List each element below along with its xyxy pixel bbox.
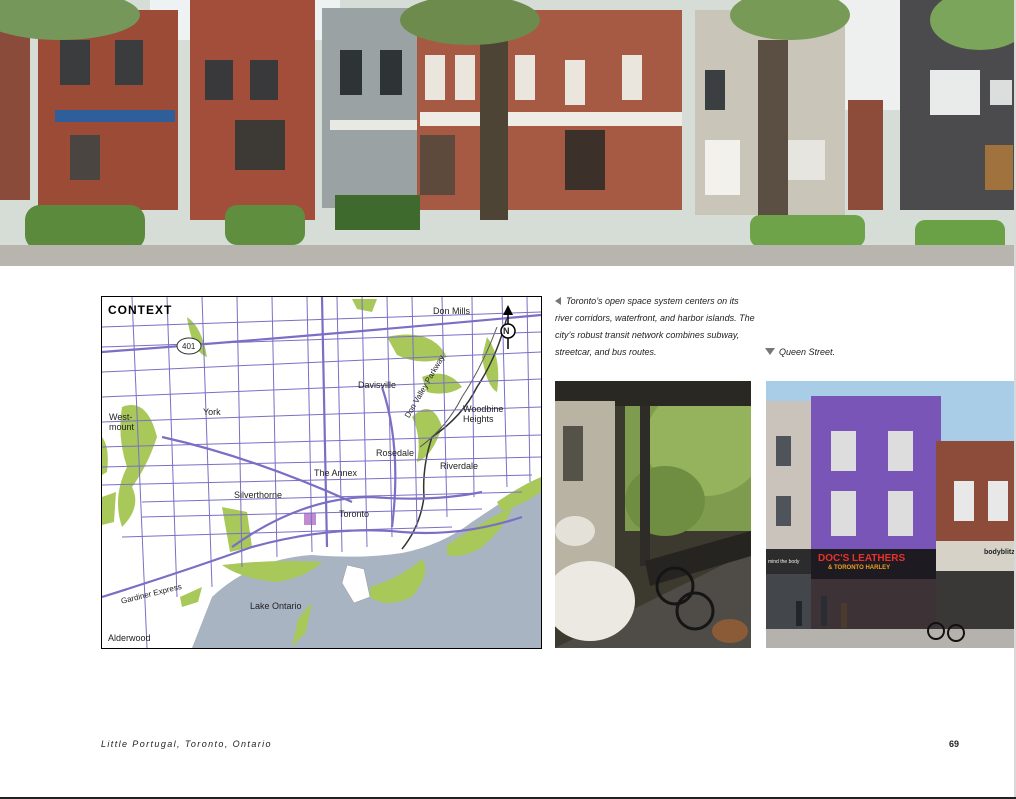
map-label-alderwood: Alderwood (108, 633, 151, 643)
queen-street-caption: Queen Street. (765, 344, 835, 361)
map-label-silverthorne: Silverthorne (234, 490, 283, 500)
map-label-don-mills: Don Mills (433, 306, 471, 316)
map-label-rosedale: Rosedale (376, 448, 415, 458)
map-caption: Toronto’s open space system centers on i… (555, 293, 755, 361)
map-label-woodbine-heights: Woodbine Heights (463, 404, 504, 424)
page-number: 69 (949, 739, 960, 749)
map-label-york: York (203, 407, 221, 417)
map-label-401: 401 (182, 342, 196, 351)
queen-street-photo-illustration (766, 381, 1016, 648)
map-label-davisville: Davisville (358, 380, 397, 390)
porch-photo (555, 381, 751, 648)
left-arrow-icon (555, 297, 561, 305)
map-label-toronto: Toronto (339, 509, 370, 519)
footer-title: Little Portugal, Toronto, Ontario (101, 739, 272, 749)
map-label-lake-ontario: Lake Ontario (250, 601, 302, 611)
context-map: CONTEXT Don Mills 401 N Davisville York … (101, 296, 542, 649)
down-arrow-icon (765, 348, 775, 355)
map-label-riverdale: Riverdale (440, 461, 479, 471)
porch-photo-illustration (555, 381, 751, 648)
storefront-sign-sub: & TORONTO HARLEY (828, 565, 891, 571)
map-label-the-annex: The Annex (314, 468, 358, 478)
storefront-sign-main: DOC'S LEATHERS (818, 553, 906, 564)
storefront-sign-right: bodyblitz (984, 549, 1015, 556)
map-label-westmount: West- mount (109, 412, 135, 432)
street-photo (0, 0, 1016, 266)
queen-street-caption-text: Queen Street. (779, 347, 836, 357)
map-caption-text: Toronto’s open space system centers on i… (555, 296, 755, 357)
north-arrow-icon: N (503, 326, 510, 336)
street-photo-illustration (0, 0, 1016, 266)
queen-street-photo: DOC'S LEATHERS & TORONTO HARLEY mind the… (766, 381, 1016, 648)
storefront-sign-left: mind the body (768, 559, 800, 565)
map-title: CONTEXT (108, 303, 173, 317)
